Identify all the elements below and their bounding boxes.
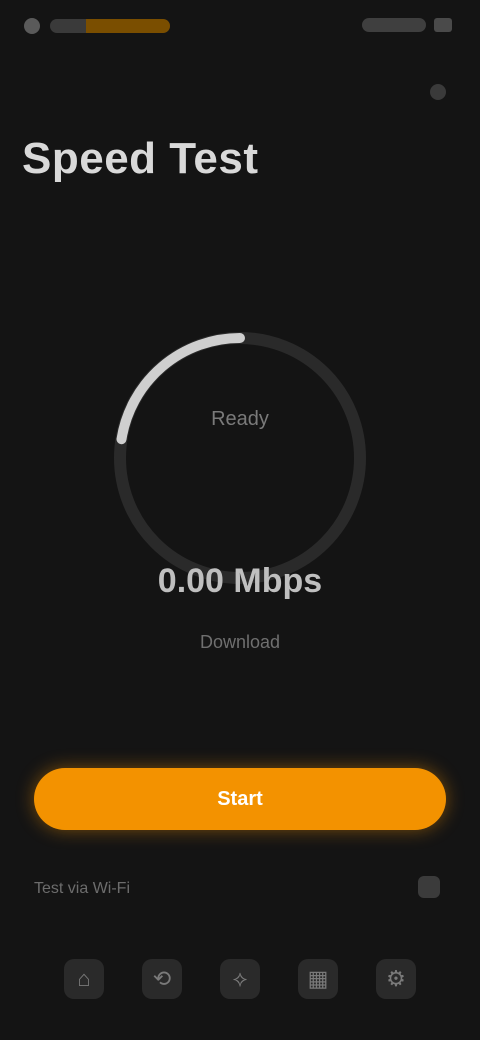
hint-text: Test via Wi‑Fi (34, 880, 130, 897)
chart-icon: ▦ (307, 966, 329, 991)
info-icon[interactable] (418, 876, 440, 898)
gauge-label: Ready (211, 408, 269, 430)
dot-icon (24, 18, 40, 34)
nav-test[interactable]: ⟡ (220, 959, 260, 999)
settings-icon: ⚙ (386, 966, 406, 991)
nav-settings[interactable]: ⚙ (376, 959, 416, 999)
battery-icon (434, 18, 452, 32)
start-button-label: Start (217, 787, 263, 810)
status-right (362, 18, 452, 32)
brand-logo-icon (50, 19, 170, 33)
bottom-navigation: ⌂ ⟲ ⟡ ▦ ⚙ (0, 934, 480, 1024)
speed-value: 0.00 Mbps (157, 562, 323, 600)
wifi-icon (362, 18, 426, 32)
speed-subinfo: Download (199, 632, 281, 652)
indicator-icon (430, 84, 446, 100)
nav-history[interactable]: ⟲ (142, 959, 182, 999)
nav-home[interactable]: ⌂ (64, 959, 104, 999)
speed-icon: ⟡ (232, 966, 248, 991)
history-icon: ⟲ (152, 966, 172, 991)
start-button[interactable]: Start (34, 768, 446, 830)
home-icon: ⌂ (77, 966, 91, 991)
status-bar (0, 0, 480, 64)
page-title: Speed Test (22, 134, 259, 183)
status-left (24, 18, 170, 34)
nav-stats[interactable]: ▦ (298, 959, 338, 999)
